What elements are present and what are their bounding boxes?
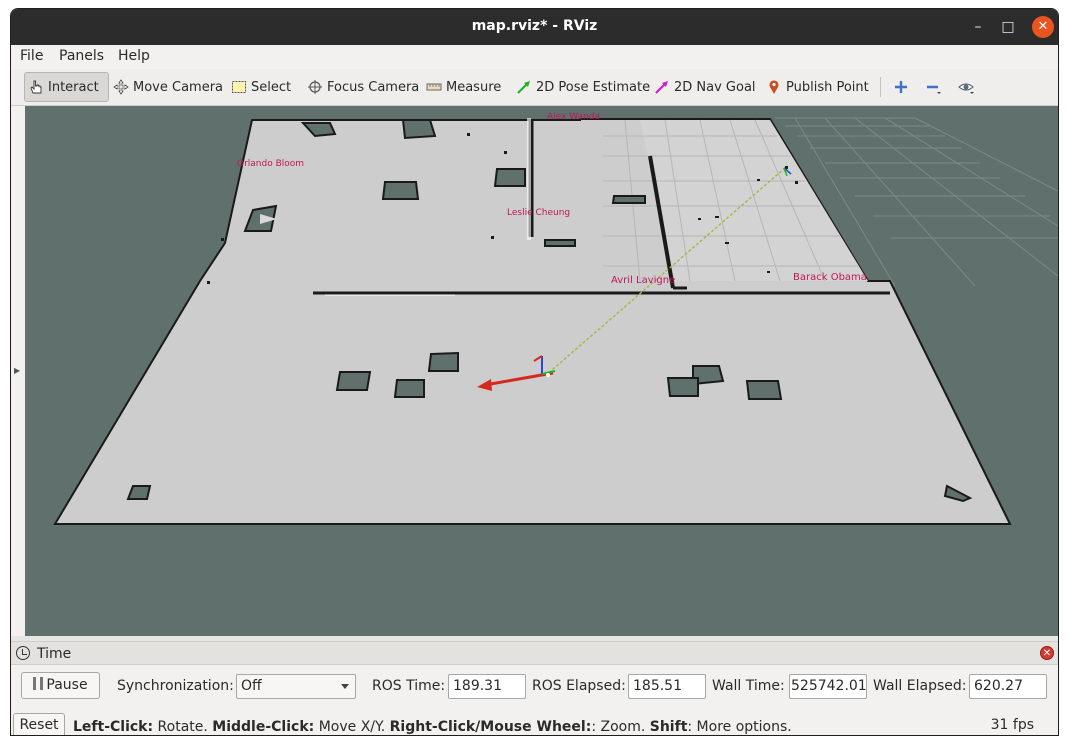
minimize-button[interactable]: – (967, 16, 989, 38)
time-panel: Time ✕ Pause Synchronization: Off ROS Ti… (11, 641, 1058, 735)
nav-goal-tool[interactable]: 2D Nav Goal (651, 72, 759, 102)
interact-label: Interact (48, 79, 99, 95)
reset-button[interactable]: Reset (13, 713, 65, 735)
menu-bar: File Panels Help (11, 45, 1058, 69)
map-label-top: Alex Wanda (547, 112, 600, 122)
wall-time-label: Wall Time: (712, 678, 785, 694)
move-camera-label: Move Camera (133, 79, 224, 95)
ros-elapsed-label: ROS Elapsed: (532, 678, 626, 694)
pose-estimate-label: 2D Pose Estimate (536, 79, 651, 95)
pause-label: Pause (46, 677, 88, 693)
view-tool-button[interactable] (955, 72, 977, 102)
wall-elapsed-field[interactable]: 620.27 (969, 674, 1047, 699)
eye-icon (958, 83, 974, 94)
sync-value: Off (241, 678, 262, 694)
expand-left-icon: ▶ (14, 366, 21, 375)
clock-icon (16, 646, 30, 660)
green-arrow-icon (517, 81, 530, 94)
menu-file[interactable]: File (20, 48, 43, 64)
occupancy-map (53, 118, 1012, 525)
hint-right-click-desc: : Zoom. (591, 719, 650, 735)
map-label-orlando: Orlando Bloom (237, 159, 304, 169)
pause-button[interactable]: Pause (21, 672, 100, 699)
minus-icon (927, 85, 941, 94)
window-title: map.rviz* - RViz (471, 18, 598, 34)
close-button[interactable]: ✕ (1032, 16, 1054, 38)
hint-middle-click-desc: Move X/Y. (314, 719, 390, 735)
right-dock-handle[interactable]: ◀ (1058, 106, 1059, 636)
select-box-icon (232, 81, 246, 93)
pose-estimate-tool[interactable]: 2D Pose Estimate (513, 72, 653, 102)
hint-middle-click: Middle-Click: (212, 719, 315, 735)
hint-shift-desc: : More options. (687, 719, 792, 735)
render-viewport[interactable]: Alex Wanda Orlando Bloom Leslie Cheung A… (25, 106, 1058, 636)
move-camera-tool[interactable]: Move Camera (110, 72, 226, 102)
time-panel-header: Time ✕ (11, 641, 1058, 665)
map-scene: Alex Wanda Orlando Bloom Leslie Cheung A… (53, 112, 1058, 525)
select-label: Select (251, 79, 292, 95)
hint-left-click-desc: Rotate. (153, 719, 213, 735)
hand-pointer-icon (30, 80, 42, 94)
hint-right-click: Right-Click/Mouse Wheel: (389, 719, 592, 735)
time-panel-title: Time (37, 646, 72, 662)
crosshair-icon (308, 80, 322, 94)
focus-camera-label: Focus Camera (327, 79, 420, 95)
tool-bar: Interact Move Camera Select Focus Camera… (11, 69, 1058, 106)
add-tool-button[interactable] (890, 72, 912, 102)
wall-time-field[interactable]: 525742.01 (789, 674, 867, 699)
interact-tool[interactable]: Interact (24, 72, 109, 102)
ros-time-label: ROS Time: (372, 678, 446, 694)
remove-tool-button[interactable] (922, 72, 944, 102)
map-label-avril: Avril Lavigne (611, 275, 675, 286)
hint-left-click: Left-Click: (73, 719, 154, 735)
map-pin-icon (769, 80, 779, 94)
measure-tool[interactable]: Measure (423, 72, 504, 102)
select-tool[interactable]: Select (228, 72, 294, 102)
map-label-leslie: Leslie Cheung (507, 208, 570, 218)
ros-time-field[interactable]: 189.31 (448, 674, 526, 699)
sync-label: Synchronization: (117, 678, 234, 694)
hint-shift: Shift (649, 719, 688, 735)
left-dock-handle[interactable]: ▶ (11, 106, 25, 636)
magenta-arrow-icon (655, 81, 668, 94)
fps-readout: 31 fps (990, 717, 1034, 733)
map-label-barack: Barack Obama (793, 272, 867, 283)
pause-icon (33, 677, 44, 690)
maximize-button[interactable]: □ (997, 16, 1019, 38)
menu-help[interactable]: Help (118, 48, 150, 64)
dropdown-arrow-icon (341, 684, 349, 689)
plus-icon (895, 81, 907, 93)
focus-camera-tool[interactable]: Focus Camera (304, 72, 422, 102)
status-hint: Left-Click: Rotate. Middle-Click: Move X… (73, 719, 792, 735)
publish-point-label: Publish Point (786, 79, 869, 95)
sync-select[interactable]: Off (236, 674, 356, 699)
title-bar: map.rviz* - RViz – □ ✕ (11, 9, 1058, 45)
measure-label: Measure (446, 79, 502, 95)
rviz-window: map.rviz* - RViz – □ ✕ File Panels Help … (10, 8, 1059, 736)
close-panel-icon[interactable]: ✕ (1040, 646, 1054, 660)
ros-elapsed-field[interactable]: 185.51 (628, 674, 706, 699)
move-arrows-icon (113, 79, 129, 95)
nav-goal-label: 2D Nav Goal (674, 79, 756, 95)
menu-panels[interactable]: Panels (59, 48, 104, 64)
wall-elapsed-label: Wall Elapsed: (873, 678, 967, 694)
toolbar-separator (880, 77, 881, 97)
publish-point-tool[interactable]: Publish Point (763, 72, 872, 102)
ruler-icon (426, 83, 442, 91)
